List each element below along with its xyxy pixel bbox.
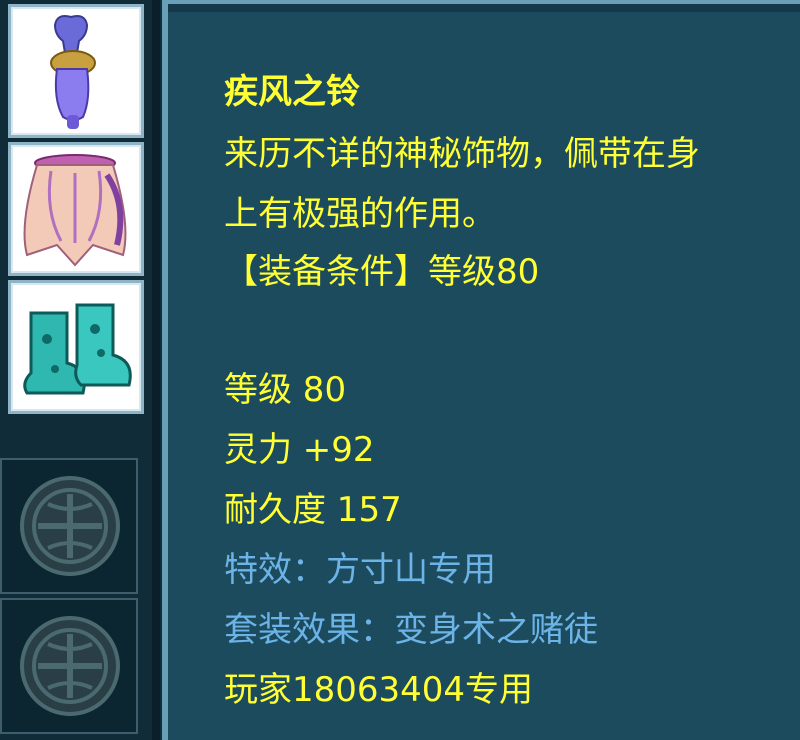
stat-spirit: 灵力 +92 <box>224 430 375 470</box>
panel-top-edge <box>168 4 800 12</box>
dress-armor-icon <box>23 154 127 267</box>
equipment-slot-accessory[interactable] <box>8 4 144 138</box>
equipment-slot-boots[interactable] <box>8 280 144 414</box>
special-effect: 特效：方寸山专用 <box>224 550 496 590</box>
item-name: 疾风之铃 <box>224 72 360 112</box>
locked-slot-emblem-icon <box>20 476 120 576</box>
boots-icon <box>23 303 132 395</box>
locked-slot-emblem-icon <box>20 616 120 716</box>
empty-equipment-slot[interactable] <box>0 458 138 594</box>
equipment-slot-armor[interactable] <box>8 142 144 276</box>
owner-restriction: 玩家18063404专用 <box>224 670 534 710</box>
item-tooltip-panel: 疾风之铃 来历不详的神秘饰物，佩带在身 上有极强的作用。 【装备条件】等级80 … <box>162 0 800 740</box>
stat-level: 等级 80 <box>224 370 347 410</box>
column-divider <box>152 0 160 740</box>
item-description-line-2: 上有极强的作用。 <box>224 194 496 234</box>
equip-requirement: 【装备条件】等级80 <box>224 252 540 292</box>
item-description-line-1: 来历不详的神秘饰物，佩带在身 <box>224 134 700 174</box>
set-effect: 套装效果：变身术之赌徒 <box>224 610 598 650</box>
empty-equipment-slot[interactable] <box>0 598 138 734</box>
bell-ornament-icon <box>50 15 96 129</box>
equipment-slot-column <box>0 0 155 740</box>
stat-durability: 耐久度 157 <box>224 490 402 530</box>
